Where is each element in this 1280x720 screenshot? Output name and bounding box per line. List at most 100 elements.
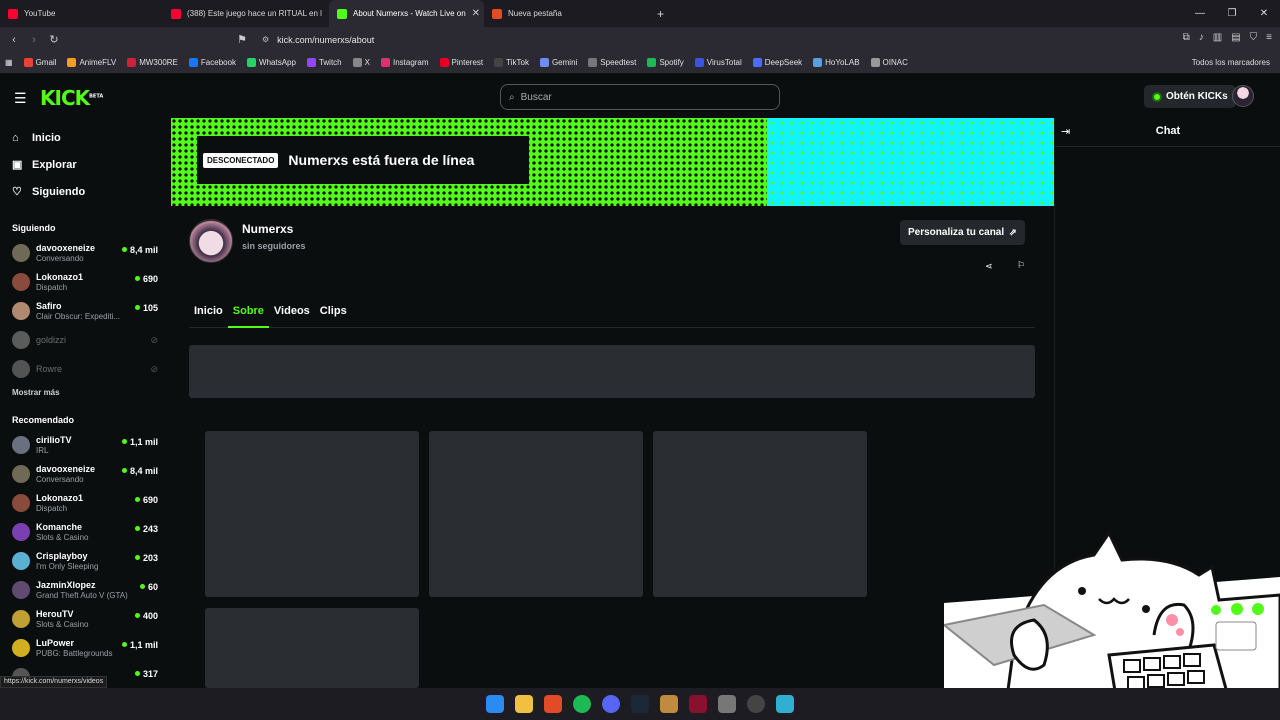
channel-list-item[interactable]: JazminXlopez Grand Theft Auto V (GTA) 60 — [0, 576, 170, 605]
bookmark-item[interactable]: Speedtest — [583, 58, 642, 67]
channel-tabs: Inicio Sobre Videos Clips — [189, 300, 1035, 328]
steam-icon[interactable] — [631, 695, 649, 713]
windows-start-icon[interactable] — [486, 695, 504, 713]
channel-list-item[interactable]: Komanche Slots & Casino 243 — [0, 518, 170, 547]
bookmark-favicon-icon — [380, 58, 390, 67]
channel-list-item[interactable]: LuPower PUBG: Battlegrounds 1,1 mil — [0, 634, 170, 663]
sidebar-nav-siguiendo[interactable]: ♡ Siguiendo — [0, 178, 170, 205]
channel-avatar — [12, 639, 30, 657]
viewer-count: 1,1 mil — [122, 640, 158, 650]
back-icon[interactable]: ‹ — [4, 34, 24, 46]
customize-channel-button[interactable]: Personaliza tu canal ⇗ — [900, 220, 1025, 245]
minimize-icon[interactable]: — — [1184, 8, 1216, 19]
bookmark-item[interactable]: OINAC — [866, 58, 914, 67]
bookmark-page-icon[interactable]: ⚑ — [232, 33, 252, 46]
tab-title: YouTube — [24, 9, 56, 18]
tab-videos[interactable]: Videos — [269, 300, 315, 328]
browser-tab[interactable]: Nueva pestaña — [484, 0, 649, 27]
menu-icon[interactable]: ≡ — [1266, 32, 1272, 43]
channel-list-item[interactable]: Safiro Clair Obscur: Expediti... 105 — [0, 297, 170, 326]
sidebar-nav-inicio[interactable]: ⌂ Inicio — [0, 124, 170, 151]
browser-tab[interactable]: YouTube — [0, 0, 163, 27]
app-icon[interactable] — [660, 695, 678, 713]
browser-tab[interactable]: (388) Este juego hace un RITUAL en l — [163, 0, 329, 27]
sidebar-icon[interactable]: ▥ — [1213, 32, 1222, 43]
discord-icon[interactable] — [602, 695, 620, 713]
channel-list-item[interactable]: Crisplayboy I'm Only Sleeping 203 — [0, 547, 170, 576]
maximize-icon[interactable]: ❐ — [1216, 8, 1248, 19]
bookmark-item[interactable]: Twitch — [302, 58, 348, 67]
channel-list-item[interactable]: goldizzi ⊘ — [0, 326, 170, 355]
spotify-icon[interactable] — [573, 695, 591, 713]
app-icon[interactable] — [747, 695, 765, 713]
channel-list-item[interactable]: Rowre ⊘ — [0, 355, 170, 384]
show-more-link[interactable]: Mostrar más — [0, 388, 170, 397]
viewer-count: 690 — [135, 495, 158, 505]
url-bar[interactable]: ⚙ kick.com/numerxs/about — [256, 30, 976, 49]
bookmark-item[interactable]: MW300RE — [122, 58, 184, 67]
bookmark-item[interactable]: VirusTotal — [690, 58, 748, 67]
kick-logo[interactable]: KICKBETA — [40, 86, 103, 110]
bookmark-label: X — [364, 58, 370, 67]
tab-sobre[interactable]: Sobre — [227, 300, 269, 328]
browser-tab[interactable]: About Numerxs - Watch Live on ✕ — [329, 0, 484, 27]
search-input[interactable]: ⌕ Buscar — [500, 84, 780, 110]
tab-inicio[interactable]: Inicio — [189, 300, 228, 328]
viewer-count: 690 — [135, 274, 158, 284]
all-bookmarks[interactable]: Todos los marcadores — [1192, 58, 1270, 67]
bookmark-label: Spotify — [659, 58, 684, 67]
extensions-icon[interactable]: ⧉ — [1183, 32, 1190, 43]
bookmark-item[interactable]: AnimeFLV — [62, 58, 122, 67]
channel-list-item[interactable]: davooxeneize Conversando 8,4 mil — [0, 239, 170, 268]
channel-avatar[interactable] — [189, 219, 233, 263]
sidebar-nav-explorar[interactable]: ▣ Explorar — [0, 151, 170, 178]
bookmark-item[interactable]: Instagram — [376, 58, 435, 67]
forward-icon[interactable]: › — [24, 34, 44, 46]
apps-icon[interactable]: ▦ — [0, 58, 19, 67]
address-toolbar: ‹ › ↻ ⚑ ⚙ kick.com/numerxs/about ⧉ ♪ ▥ ▤… — [0, 27, 1280, 52]
bookmark-item[interactable]: WhatsApp — [242, 58, 302, 67]
music-icon[interactable]: ♪ — [1199, 32, 1204, 43]
app-icon[interactable] — [718, 695, 736, 713]
wallet-icon[interactable]: ▤ — [1231, 32, 1240, 43]
bookmark-favicon-icon — [813, 58, 823, 67]
tab-title: About Numerxs - Watch Live on — [353, 9, 466, 18]
bookmark-item[interactable]: Pinterest — [435, 58, 490, 67]
hamburger-menu-icon[interactable]: ☰ — [14, 90, 27, 107]
close-tab-icon[interactable]: ✕ — [472, 8, 480, 19]
app-icon[interactable] — [776, 695, 794, 713]
app-icon[interactable] — [689, 695, 707, 713]
bookmark-item[interactable]: Facebook — [184, 58, 242, 67]
chat-title: Chat — [1155, 125, 1181, 137]
viewer-count: 1,1 mil — [122, 437, 158, 447]
get-kicks-button[interactable]: Obtén KICKs — [1144, 85, 1236, 108]
bookmark-item[interactable]: X — [348, 58, 376, 67]
channel-list-item[interactable]: cirilioTV IRL 1,1 mil — [0, 431, 170, 460]
bookmark-item[interactable]: HoYoLAB — [808, 58, 865, 67]
bookmark-item[interactable]: TikTok — [489, 58, 535, 67]
brave-browser-icon[interactable] — [544, 695, 562, 713]
close-window-icon[interactable]: ✕ — [1248, 8, 1280, 19]
share-icon[interactable]: ⋖ — [985, 261, 993, 272]
channel-list-item[interactable]: Lokonazo1 Dispatch 690 — [0, 268, 170, 297]
bookmark-item[interactable]: Gmail — [19, 58, 63, 67]
viewer-count: 400 — [135, 611, 158, 621]
bookmark-item[interactable]: DeepSeek — [748, 58, 808, 67]
channel-list-item[interactable]: davooxeneize Conversando 8,4 mil — [0, 460, 170, 489]
viewer-count: 243 — [135, 524, 158, 534]
shield-icon[interactable]: ⛉ — [1250, 32, 1258, 43]
bookmark-item[interactable]: Gemini — [535, 58, 583, 67]
link-status-bar: https://kick.com/numerxs/videos — [0, 676, 108, 688]
user-avatar[interactable] — [1232, 85, 1254, 107]
channel-list-item[interactable]: Lokonazo1 Dispatch 690 — [0, 489, 170, 518]
tab-clips[interactable]: Clips — [315, 300, 352, 328]
new-tab-icon[interactable]: + — [649, 0, 672, 27]
external-link-icon: ⇗ — [1009, 227, 1017, 237]
channel-list-item[interactable]: HerouTV Slots & Casino 400 — [0, 605, 170, 634]
site-info-icon[interactable]: ⚙ — [262, 35, 269, 44]
file-explorer-icon[interactable] — [515, 695, 533, 713]
bookmark-favicon-icon — [23, 58, 33, 67]
bookmark-item[interactable]: Spotify — [642, 58, 689, 67]
report-user-icon[interactable]: ⚐ — [1017, 260, 1025, 271]
reload-icon[interactable]: ↻ — [44, 33, 64, 46]
